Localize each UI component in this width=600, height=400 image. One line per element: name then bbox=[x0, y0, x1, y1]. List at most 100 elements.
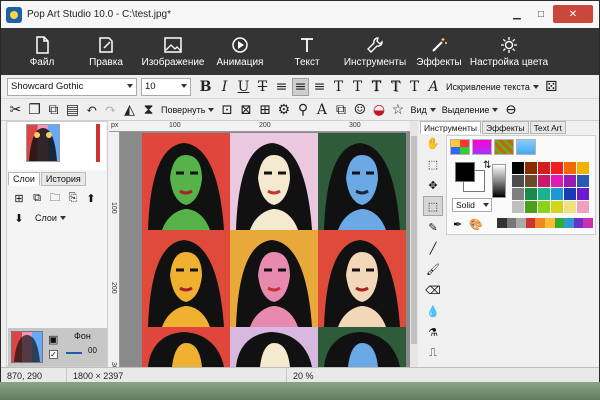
palette-color-swatch[interactable] bbox=[564, 162, 576, 174]
hand-icon[interactable]: ✋ bbox=[423, 133, 443, 153]
palette-tab-grid[interactable] bbox=[450, 139, 470, 155]
flask-icon[interactable]: ⚗ bbox=[423, 322, 443, 342]
text-shadow-icon[interactable]: T bbox=[387, 78, 404, 96]
palette-tab-gradient[interactable] bbox=[472, 139, 492, 155]
scrollbar-thumb[interactable] bbox=[411, 136, 417, 344]
text-warp-icon[interactable]: A bbox=[425, 78, 442, 96]
copy-icon[interactable]: ❐ bbox=[26, 101, 43, 119]
opacity-slider[interactable] bbox=[66, 352, 82, 354]
bold-icon[interactable]: B bbox=[197, 78, 214, 96]
minimize-icon[interactable]: ▁ bbox=[505, 5, 529, 23]
layer-grid-icon[interactable]: ⊞ bbox=[11, 190, 27, 206]
underline-icon[interactable]: U bbox=[235, 78, 252, 96]
paste-icon[interactable]: ▤ bbox=[64, 101, 81, 119]
eraser-icon[interactable]: ⌫ bbox=[423, 280, 443, 300]
redo-icon[interactable]: ↷ bbox=[102, 101, 119, 119]
swap-colors-icon[interactable]: ⇅ bbox=[483, 160, 491, 171]
tab-text-art[interactable]: Text Art bbox=[529, 121, 566, 134]
palette-icon[interactable]: 🎨 bbox=[469, 218, 483, 231]
palette-color-swatch[interactable] bbox=[577, 162, 589, 174]
recent-colors-strip[interactable] bbox=[497, 218, 593, 228]
palette-color-swatch[interactable] bbox=[512, 162, 524, 174]
palette-color-swatch[interactable] bbox=[564, 175, 576, 187]
text-style-2-icon[interactable]: T bbox=[349, 78, 366, 96]
crop-icon[interactable]: ⊡ bbox=[218, 101, 235, 119]
font-size-select[interactable]: 10 bbox=[141, 77, 191, 96]
undo-icon[interactable]: ↶ bbox=[83, 101, 100, 119]
canvas-vertical-scrollbar[interactable] bbox=[410, 121, 418, 367]
settings-gear-icon[interactable]: ⚙ bbox=[275, 101, 292, 119]
lips-sticker-icon[interactable]: ◒ bbox=[370, 101, 387, 119]
pop-art-image[interactable] bbox=[142, 133, 406, 367]
palette-color-swatch[interactable] bbox=[577, 175, 589, 187]
palette-color-swatch[interactable] bbox=[551, 162, 563, 174]
palette-color-swatch[interactable] bbox=[538, 175, 550, 187]
ribbon-file[interactable]: Файл bbox=[11, 28, 73, 75]
document-thumbnail[interactable] bbox=[26, 124, 60, 162]
strikethrough-icon[interactable]: T bbox=[254, 78, 271, 96]
align-center-icon[interactable]: ≡ bbox=[292, 77, 309, 96]
stamp-icon[interactable]: ⎍ bbox=[423, 343, 443, 363]
palette-tab-pattern[interactable] bbox=[494, 139, 514, 155]
palette-color-swatch[interactable] bbox=[525, 188, 537, 200]
canvas-area[interactable]: px 100 200 300 100 200 300 bbox=[109, 121, 418, 367]
flip-horizontal-icon[interactable]: ◭ bbox=[121, 101, 138, 119]
palette-color-swatch[interactable] bbox=[525, 175, 537, 187]
palette-color-swatch[interactable] bbox=[538, 162, 550, 174]
zoom-icon[interactable]: ⚲ bbox=[294, 101, 311, 119]
text-tool-icon[interactable]: A bbox=[313, 101, 330, 119]
duplicate-icon[interactable]: ⧉ bbox=[45, 101, 62, 119]
rect-select-icon[interactable]: ⬚ bbox=[423, 154, 443, 174]
magic-select-icon[interactable]: ⬚ bbox=[423, 196, 443, 216]
ribbon-tools[interactable]: Инструменты bbox=[341, 28, 409, 75]
brightness-slider[interactable] bbox=[492, 164, 506, 198]
deselect-icon[interactable]: ⊖ bbox=[502, 101, 519, 119]
ribbon-effects[interactable]: Эффекты bbox=[409, 28, 469, 75]
stroke-style-select[interactable]: Solid bbox=[452, 198, 492, 212]
palette-color-swatch[interactable] bbox=[512, 201, 524, 213]
palette-color-swatch[interactable] bbox=[551, 188, 563, 200]
pencil-icon[interactable]: ✎ bbox=[423, 217, 443, 237]
text-style-1-icon[interactable]: T bbox=[330, 78, 347, 96]
ribbon-color-adjust[interactable]: Настройка цвета bbox=[469, 28, 549, 75]
insert-image-icon[interactable]: ⧉ bbox=[332, 101, 349, 119]
view-dropdown[interactable]: Вид bbox=[410, 105, 436, 115]
star-shape-icon[interactable]: ☆ bbox=[389, 101, 406, 119]
rotate-dropdown[interactable]: Повернуть bbox=[161, 105, 215, 115]
flip-vertical-icon[interactable]: ⧗ bbox=[140, 101, 157, 119]
palette-color-swatch[interactable] bbox=[551, 201, 563, 213]
person-sticker-icon[interactable]: ☺ bbox=[351, 101, 368, 119]
palette-color-swatch[interactable] bbox=[525, 201, 537, 213]
palette-color-swatch[interactable] bbox=[564, 188, 576, 200]
grid-icon[interactable]: ⊞ bbox=[256, 101, 273, 119]
palette-color-swatch[interactable] bbox=[512, 175, 524, 187]
ribbon-image[interactable]: Изображение bbox=[139, 28, 207, 75]
palette-color-swatch[interactable] bbox=[525, 162, 537, 174]
text-warp-dropdown[interactable]: Искривление текста bbox=[446, 82, 539, 92]
font-family-select[interactable]: Showcard Gothic bbox=[7, 77, 137, 96]
ribbon-animation[interactable]: Анимация bbox=[207, 28, 273, 75]
brush-icon[interactable]: 🖌 bbox=[423, 259, 443, 279]
move-layer-down-icon[interactable]: ⬇ bbox=[11, 210, 27, 226]
eyedropper-icon[interactable]: ✒ bbox=[453, 218, 462, 231]
align-right-icon[interactable]: ≡ bbox=[311, 78, 328, 96]
close-icon[interactable]: ✕ bbox=[553, 5, 593, 23]
layer-row[interactable]: ▣ ✓ Фон 00 bbox=[8, 328, 107, 366]
move-icon[interactable]: ✥ bbox=[423, 175, 443, 195]
resize-icon[interactable]: ⊠ bbox=[237, 101, 254, 119]
palette-tab-image[interactable] bbox=[516, 139, 536, 155]
dice-icon[interactable]: ⚄ bbox=[543, 78, 560, 96]
palette-color-swatch[interactable] bbox=[512, 188, 524, 200]
text-glow-icon[interactable]: T bbox=[406, 78, 423, 96]
align-left-icon[interactable]: ≡ bbox=[273, 78, 290, 96]
palette-color-swatch[interactable] bbox=[538, 188, 550, 200]
cut-icon[interactable]: ✂ bbox=[7, 101, 24, 119]
layers-dropdown[interactable]: Слои bbox=[35, 213, 57, 223]
tab-effects[interactable]: Эффекты bbox=[482, 121, 529, 134]
palette-color-swatch[interactable] bbox=[538, 201, 550, 213]
line-icon[interactable]: ╱ bbox=[423, 238, 443, 258]
ribbon-text[interactable]: Текст bbox=[273, 28, 341, 75]
move-layer-up-icon[interactable]: ⬆ bbox=[83, 190, 99, 206]
italic-icon[interactable]: I bbox=[216, 78, 233, 96]
palette-color-swatch[interactable] bbox=[577, 188, 589, 200]
